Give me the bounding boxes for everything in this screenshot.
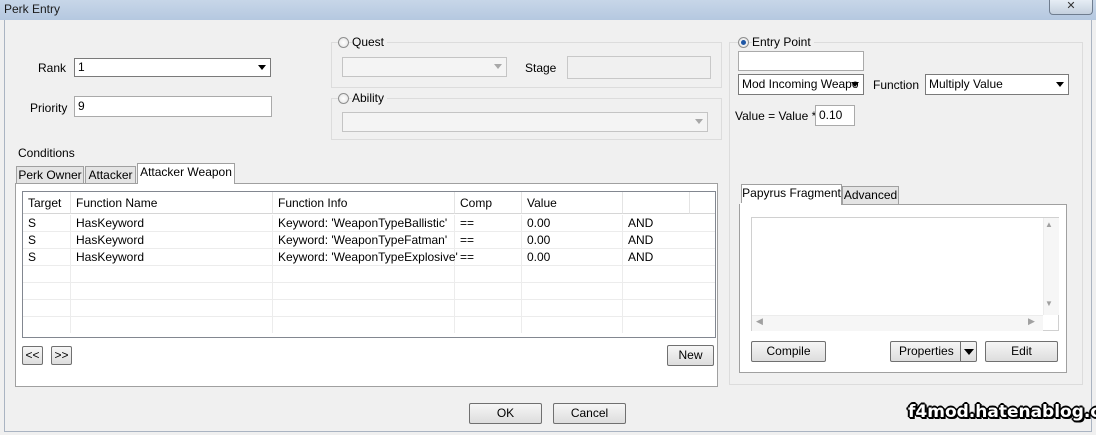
conditions-label: Conditions (18, 146, 75, 160)
watermark-text: f4mod.hatenablog.com (908, 402, 1096, 422)
column-header-value[interactable]: Value (522, 192, 623, 214)
entry-point-value: Mod Incoming Weapo (742, 77, 859, 91)
conditions-table[interactable]: Target Function Name Function Info Comp … (22, 191, 716, 338)
previous-button[interactable]: << (22, 346, 43, 365)
ability-dropdown[interactable] (342, 112, 708, 132)
quest-radio[interactable] (338, 37, 349, 48)
column-header-comp[interactable]: Comp (455, 192, 522, 214)
close-button[interactable]: ✕ (1049, 0, 1093, 15)
chevron-down-icon (494, 64, 502, 69)
column-header-target[interactable]: Target (23, 192, 71, 214)
tab-attacker[interactable]: Attacker (85, 166, 136, 184)
fragment-textarea[interactable] (751, 217, 1059, 331)
entry-point-label: Entry Point (752, 35, 814, 49)
quest-dropdown[interactable] (342, 57, 507, 77)
tab-papyrus-fragment[interactable]: Papyrus Fragment (741, 184, 842, 205)
priority-value: 9 (78, 99, 85, 113)
priority-input[interactable]: 9 (74, 96, 272, 117)
edit-button[interactable]: Edit (985, 341, 1058, 362)
column-header-function-name[interactable]: Function Name (71, 192, 273, 214)
next-button[interactable]: >> (51, 346, 72, 365)
chevron-down-icon[interactable] (964, 349, 974, 355)
value-formula-label: Value = Value * (735, 109, 817, 123)
fragment-hscrollbar[interactable] (752, 315, 1043, 331)
column-header-function-info[interactable]: Function Info (273, 192, 455, 214)
window-title: Perk Entry (4, 2, 61, 16)
ability-label: Ability (352, 91, 388, 105)
close-icon: ✕ (1066, 0, 1076, 12)
compile-button[interactable]: Compile (751, 341, 826, 362)
entry-point-dropdown[interactable]: Mod Incoming Weapo (738, 74, 864, 95)
tab-advanced[interactable]: Advanced (842, 186, 899, 205)
tab-perk-owner[interactable]: Perk Owner (16, 166, 84, 184)
table-row[interactable]: S HasKeyword Keyword: 'WeaponTypeFatman'… (23, 232, 715, 249)
table-row-empty (23, 300, 715, 317)
stage-input[interactable] (567, 56, 711, 79)
ok-button[interactable]: OK (469, 403, 542, 424)
properties-button[interactable]: Properties (890, 341, 977, 362)
tab-attacker-weapon[interactable]: Attacker Weapon (137, 163, 235, 184)
table-row[interactable]: S HasKeyword Keyword: 'WeaponTypeExplosi… (23, 249, 715, 266)
scroll-up-icon[interactable]: ▲ (1045, 220, 1053, 229)
chevron-down-icon (695, 119, 703, 124)
function-dropdown[interactable]: Multiply Value (925, 74, 1069, 95)
scroll-down-icon[interactable]: ▼ (1045, 299, 1053, 308)
rank-value: 1 (78, 60, 85, 74)
new-condition-button[interactable]: New (667, 345, 714, 366)
chevron-down-icon (851, 82, 859, 87)
chevron-down-icon (1056, 82, 1064, 87)
function-value: Multiply Value (929, 77, 1003, 91)
stage-label: Stage (525, 61, 557, 75)
priority-label: Priority (30, 101, 68, 115)
entry-point-radio[interactable] (738, 37, 749, 48)
table-row-empty (23, 317, 715, 334)
table-row-empty (23, 283, 715, 300)
quest-label: Quest (352, 35, 388, 49)
table-row[interactable]: S HasKeyword Keyword: 'WeaponTypeBallist… (23, 215, 715, 232)
scroll-left-icon[interactable]: ◀ (756, 316, 763, 327)
entry-point-name-input[interactable] (738, 51, 864, 71)
rank-dropdown[interactable]: 1 (74, 58, 271, 77)
multiplier-value: 0.10 (819, 108, 843, 122)
chevron-down-icon (258, 65, 266, 70)
scroll-right-icon[interactable]: ▶ (1028, 316, 1035, 327)
multiplier-input[interactable]: 0.10 (815, 105, 855, 126)
cancel-button[interactable]: Cancel (553, 403, 626, 424)
column-header-operator[interactable] (623, 192, 690, 214)
ability-radio[interactable] (338, 93, 349, 104)
title-bar (0, 0, 1096, 20)
function-label: Function (873, 78, 920, 92)
rank-label: Rank (38, 61, 67, 75)
table-row-empty (23, 266, 715, 283)
